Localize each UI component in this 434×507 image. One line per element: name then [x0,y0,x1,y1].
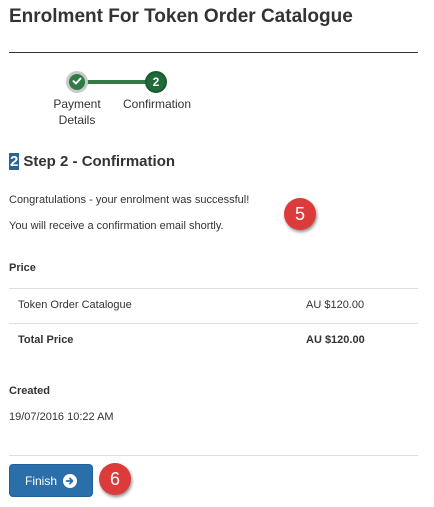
page-title: Enrolment For Token Order Catalogue [9,6,353,27]
wizard-step-confirmation: 2 [145,71,167,93]
total-price-label: Total Price [18,334,74,346]
price-item-name: Token Order Catalogue [18,299,132,311]
finish-button-label: Finish [24,473,57,488]
price-table: Token Order Catalogue AU $120.00 Total P… [9,288,418,358]
step-heading-text: Step 2 - Confirmation [23,153,176,170]
success-message: Congratulations - your enrolment was suc… [9,194,250,206]
price-item-amount: AU $120.00 [306,299,365,311]
created-label: Created [9,385,50,397]
wizard-step-confirmation-label: Confirmation [122,97,192,111]
price-label: Price [9,262,36,274]
total-price-amount: AU $120.00 [306,334,365,346]
wizard-step-number: 2 [152,75,160,89]
step-number-badge: 2 [9,153,20,170]
annotation-badge: 5 [284,198,316,230]
wizard-step-payment-details[interactable] [66,71,88,93]
wizard-progress-line [76,80,156,84]
price-row: Token Order Catalogue AU $120.00 [9,288,418,323]
arrow-circle-right-icon [63,473,77,488]
check-icon [72,75,82,89]
actions-divider [9,455,418,456]
annotation-badge: 6 [99,463,131,495]
total-price-row: Total Price AU $120.00 [9,323,418,358]
wizard-step-payment-details-label: Payment Details [53,97,101,127]
step-heading: 2 Step 2 - Confirmation [9,153,175,170]
email-notice: You will receive a confirmation email sh… [9,220,224,232]
created-value: 19/07/2016 10:22 AM [9,411,114,423]
finish-button[interactable]: Finish [9,464,93,497]
title-divider [9,52,418,53]
